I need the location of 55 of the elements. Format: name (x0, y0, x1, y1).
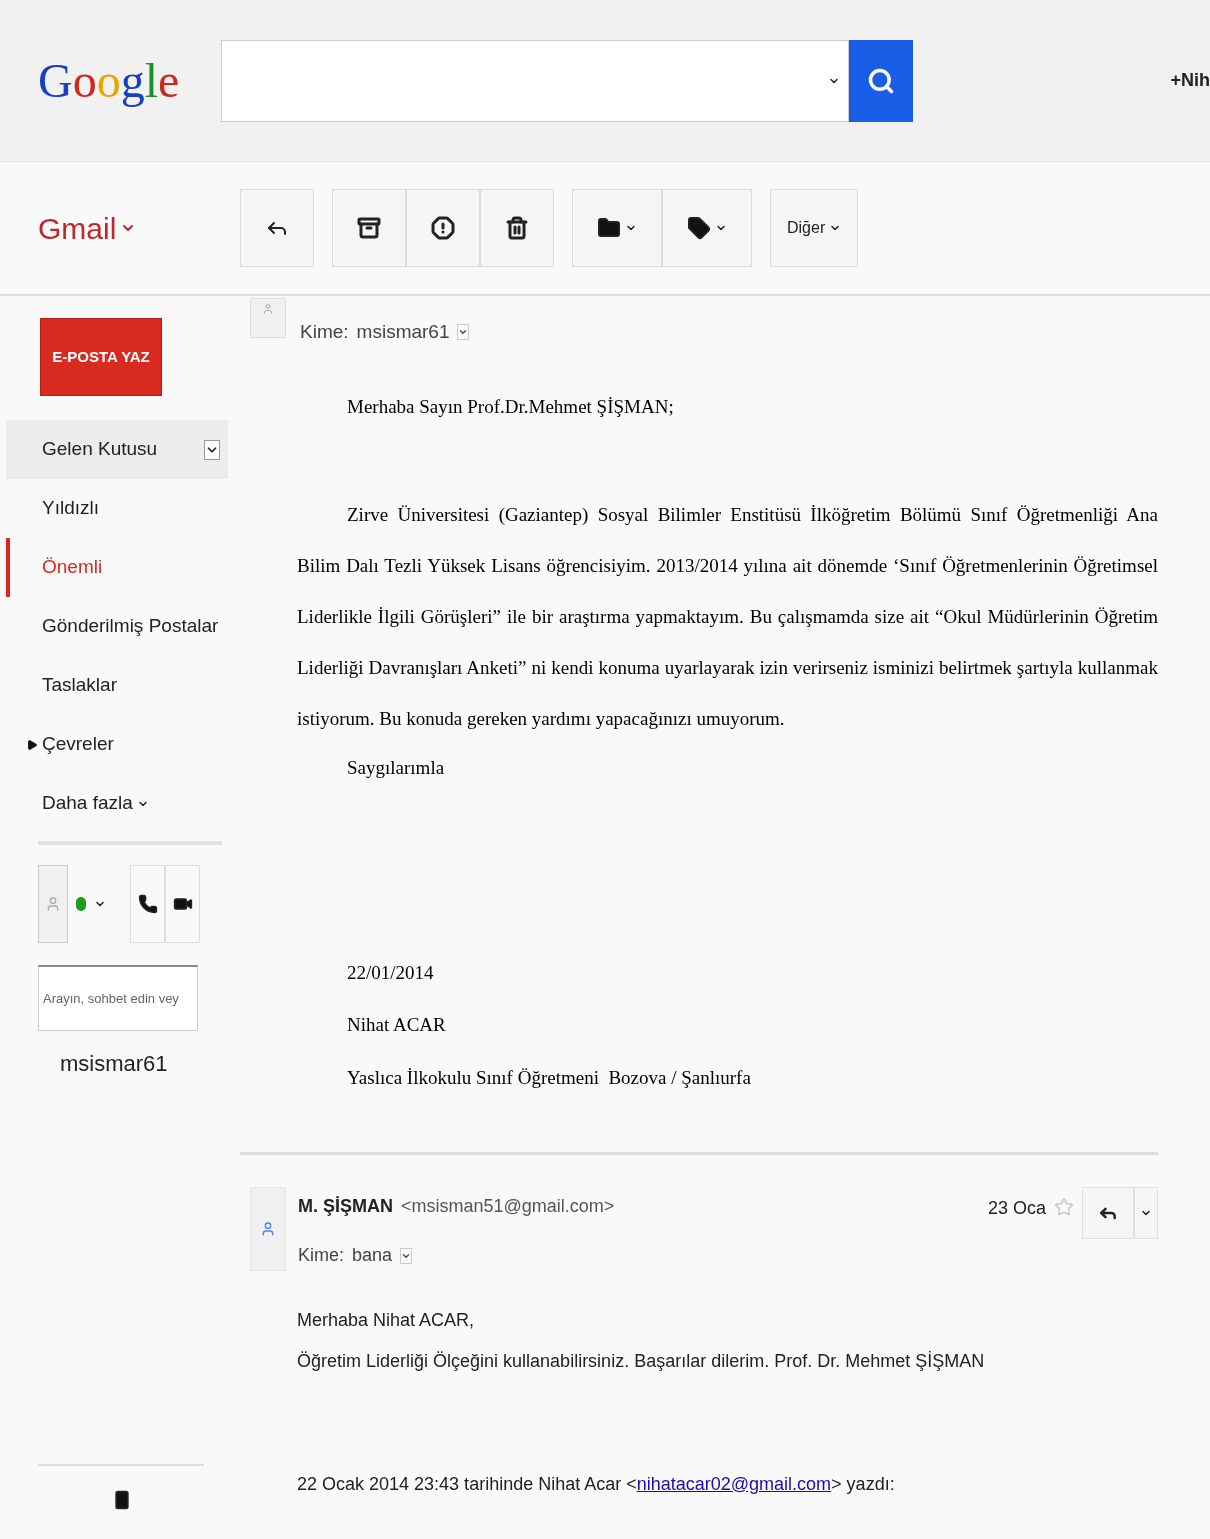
greeting-text: Merhaba Sayın Prof.Dr.Mehmet ŞİŞMAN; (347, 394, 675, 419)
dropdown-icon[interactable] (204, 439, 220, 460)
person-icon (262, 303, 274, 315)
signature-line: 22/01/2014 (347, 960, 435, 985)
more-button[interactable]: Diğer (770, 189, 859, 267)
sidebar-item[interactable]: Taslaklar (6, 656, 228, 715)
person-icon (45, 896, 61, 912)
video-button[interactable] (165, 865, 200, 943)
signature-line: Nihat ACAR (347, 1013, 447, 1037)
sender-email: <msisman51@gmail.com> (401, 1195, 615, 1218)
reply-button[interactable] (1082, 1187, 1134, 1239)
delete-button[interactable] (480, 189, 554, 267)
archive-button[interactable] (332, 189, 406, 267)
search-icon (867, 66, 895, 95)
trash-icon (505, 216, 529, 240)
gmail-menu[interactable]: Gmail (38, 205, 240, 251)
person-icon (260, 1219, 276, 1239)
sidebar-item[interactable]: Yıldızlı (6, 479, 228, 538)
sender-name: M. ŞİŞMAN (298, 1195, 393, 1218)
spam-button[interactable] (406, 189, 480, 267)
expand-arrow-icon[interactable] (26, 738, 38, 751)
email-link[interactable]: nihatacar02@gmail.com (636, 1474, 832, 1494)
compose-button[interactable]: E-POSTA YAZ (40, 318, 162, 396)
sidebar-item[interactable]: Önemli (6, 538, 228, 597)
details-caret-icon[interactable] (400, 1247, 413, 1264)
message-line: Merhaba Nihat ACAR, (297, 1309, 476, 1332)
recipient-name: bana (352, 1244, 393, 1267)
details-caret-icon[interactable] (457, 324, 470, 341)
spam-icon (431, 216, 455, 240)
chat-contact[interactable]: msismar61 (60, 1047, 240, 1080)
search-field[interactable] (221, 39, 849, 122)
closing-text: Saygılarımla (347, 756, 446, 780)
account-name[interactable]: +Nih (1170, 67, 1210, 94)
message-paragraph: Zirve Üniversitesi (Gaziantep) Sosyal Bilimler Enstitüsü İlköğretim Bölümü Sınıf Öğretmenliği Ana Bilim Dalı Tezli Yüksek Lisans öğrencisiyim. 2013/2014 yılına ait dönemde ‘Sınıf Öğretmenlerinin Öğretimsel Liderlikle İlgili Görüşleri” ile bir araştırma yapmaktayım. Bu çalışmamda size ait “Okul Müdürlerinin Öğretim Liderliği Davranışları Anketi” ni kendi konuma uyarlayarak izin verirseniz isminizi belirtmek şartıyla kullanmak istiyorum. Bu konuda gereken yardımı yapacağınızı umuyorum. (297, 503, 1158, 731)
sidebar-item[interactable]: Gönderilmiş Postalar (6, 597, 228, 656)
phone-icon (137, 894, 158, 914)
quote-header: 22 Ocak 2014 23:43 tarihinde Nihat Acar <nihatacar02@gmail.com> yazdı: (297, 1473, 896, 1496)
recipient-label: Kime: (300, 320, 349, 344)
sidebar-item[interactable]: Gelen Kutusu (6, 420, 228, 479)
search-button[interactable] (849, 39, 913, 122)
chat-search-field[interactable]: Arayın, sohbet edin vey (38, 965, 198, 1031)
label-button[interactable] (662, 189, 752, 267)
archive-icon (357, 216, 381, 240)
tag-icon (687, 216, 711, 240)
move-button[interactable] (572, 189, 662, 267)
signature-line: Yaslıca İlkokulu Sınıf Öğretmeni Bozova / Şanlıurfa (347, 1065, 752, 1090)
call-button[interactable] (130, 865, 165, 943)
message-date: 23 Oca (987, 1197, 1046, 1220)
recipient-label: Kime: (298, 1244, 344, 1267)
logo: Google (38, 52, 181, 109)
message-line: Öğretim Liderliği Ölçeğini kullanabilirsiniz. Başarılar dilerim. Prof. Dr. Mehmet ŞİŞMAN (297, 1350, 986, 1373)
folder-icon (597, 216, 621, 240)
sidebar-item[interactable]: Daha fazla (6, 774, 228, 833)
recipient-name: msismar61 (356, 320, 450, 344)
sidebar-item[interactable]: Çevreler (6, 715, 228, 774)
